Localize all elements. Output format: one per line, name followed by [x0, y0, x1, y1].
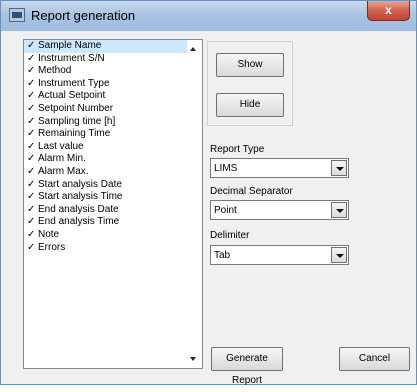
check-icon: ✓ — [27, 128, 36, 140]
list-item[interactable]: ✓ Setpoint Number — [24, 103, 188, 116]
check-icon: ✓ — [27, 140, 36, 152]
decimal-separator-select[interactable]: Point — [210, 200, 349, 220]
show-button[interactable]: Show — [216, 53, 284, 77]
check-icon: ✓ — [27, 165, 36, 177]
list-item-label: Remaining Time — [38, 128, 111, 140]
list-item[interactable]: ✓ Last value — [24, 141, 188, 154]
list-item[interactable]: ✓ Sampling time [h] — [24, 116, 188, 129]
check-icon: ✓ — [27, 153, 36, 165]
check-icon: ✓ — [27, 178, 36, 190]
delimiter-select[interactable]: Tab — [210, 245, 349, 265]
list-item[interactable]: ✓ Instrument Type — [24, 78, 188, 91]
list-scrollbar[interactable] — [187, 40, 202, 368]
list-item[interactable]: ✓ Note — [24, 229, 188, 242]
scroll-up-icon[interactable] — [190, 47, 196, 51]
scroll-down-icon[interactable] — [190, 357, 196, 361]
check-icon: ✓ — [27, 228, 36, 240]
list-item-label: Method — [38, 65, 72, 77]
check-icon: ✓ — [27, 203, 36, 215]
window-title: Report generation — [31, 8, 136, 23]
list-item-label: Errors — [38, 241, 66, 253]
check-icon: ✓ — [27, 115, 36, 127]
list-item-label: End analysis Time — [38, 216, 120, 228]
list-item-label: Alarm Max. — [38, 165, 89, 177]
list-item-label: Setpoint Number — [38, 102, 114, 114]
cancel-button[interactable]: Cancel — [339, 347, 410, 371]
list-item-label: Note — [38, 228, 60, 240]
check-icon: ✓ — [27, 102, 36, 114]
list-item[interactable]: ✓ Start analysis Time — [24, 191, 188, 204]
check-icon: ✓ — [27, 191, 36, 203]
report-type-select[interactable]: LIMS — [210, 158, 349, 178]
list-item-label: Instrument S/N — [38, 52, 105, 64]
report-type-value: LIMS — [214, 163, 238, 174]
check-icon: ✓ — [27, 65, 36, 77]
title-bar[interactable]: Report generation x — [1, 1, 416, 31]
list-item-label: Sample Name — [38, 40, 102, 51]
delimiter-label: Delimiter — [210, 230, 250, 241]
list-item-label: End analysis Date — [38, 203, 119, 215]
list-item-label: Last value — [38, 140, 84, 152]
check-icon: ✓ — [27, 77, 36, 89]
check-icon: ✓ — [27, 90, 36, 102]
list-item[interactable]: ✓ End analysis Time — [24, 216, 188, 229]
decimal-separator-label: Decimal Separator — [210, 186, 293, 197]
check-icon: ✓ — [27, 216, 36, 228]
list-item[interactable]: ✓ Actual Setpoint — [24, 90, 188, 103]
delimiter-value: Tab — [214, 250, 231, 261]
decimal-separator-value: Point — [214, 205, 237, 216]
check-icon: ✓ — [27, 40, 36, 51]
list-item[interactable]: ✓ Instrument S/N — [24, 53, 188, 66]
list-item-label: Start analysis Date — [38, 178, 122, 190]
app-report-icon — [9, 8, 25, 22]
list-item-label: Alarm Min. — [38, 153, 86, 165]
list-item-label: Sampling time [h] — [38, 115, 116, 127]
show-hide-group: Show Hide — [207, 41, 293, 126]
hide-button[interactable]: Hide — [216, 93, 284, 117]
dialog-body: ✓ Sample Name ✓ Instrument S/N ✓ Method ✓ Instr… — [7, 31, 410, 386]
list-item-label: Start analysis Time — [38, 191, 123, 203]
list-item[interactable]: ✓ Alarm Max. — [24, 166, 188, 179]
list-item[interactable]: ✓ Start analysis Date — [24, 179, 188, 192]
chevron-down-icon[interactable] — [331, 202, 347, 218]
generate-report-button[interactable]: Generate Report — [211, 347, 283, 386]
list-item-label: Actual Setpoint — [38, 90, 106, 102]
list-item[interactable]: ✓ Remaining Time — [24, 128, 188, 141]
check-icon: ✓ — [27, 52, 36, 64]
list-item[interactable]: ✓ Method — [24, 65, 188, 78]
report-type-label: Report Type — [210, 144, 265, 155]
check-icon: ✓ — [27, 241, 36, 253]
list-item[interactable]: ✓ End analysis Date — [24, 204, 188, 217]
report-generation-dialog: Report generation x ✓ Sample Name ✓ Instrum… — [0, 0, 417, 386]
chevron-down-icon[interactable] — [331, 160, 347, 176]
chevron-down-icon[interactable] — [331, 247, 347, 263]
list-item[interactable]: ✓ Sample Name — [24, 40, 188, 53]
close-button[interactable]: x — [367, 1, 410, 21]
report-fields-list[interactable]: ✓ Sample Name ✓ Instrument S/N ✓ Method ✓ Instr… — [23, 39, 203, 369]
list-item[interactable]: ✓ Alarm Min. — [24, 153, 188, 166]
list-item-label: Instrument Type — [38, 77, 110, 89]
list-items-container: ✓ Sample Name ✓ Instrument S/N ✓ Method ✓ Instr… — [24, 40, 188, 254]
list-item[interactable]: ✓ Errors — [24, 242, 188, 255]
